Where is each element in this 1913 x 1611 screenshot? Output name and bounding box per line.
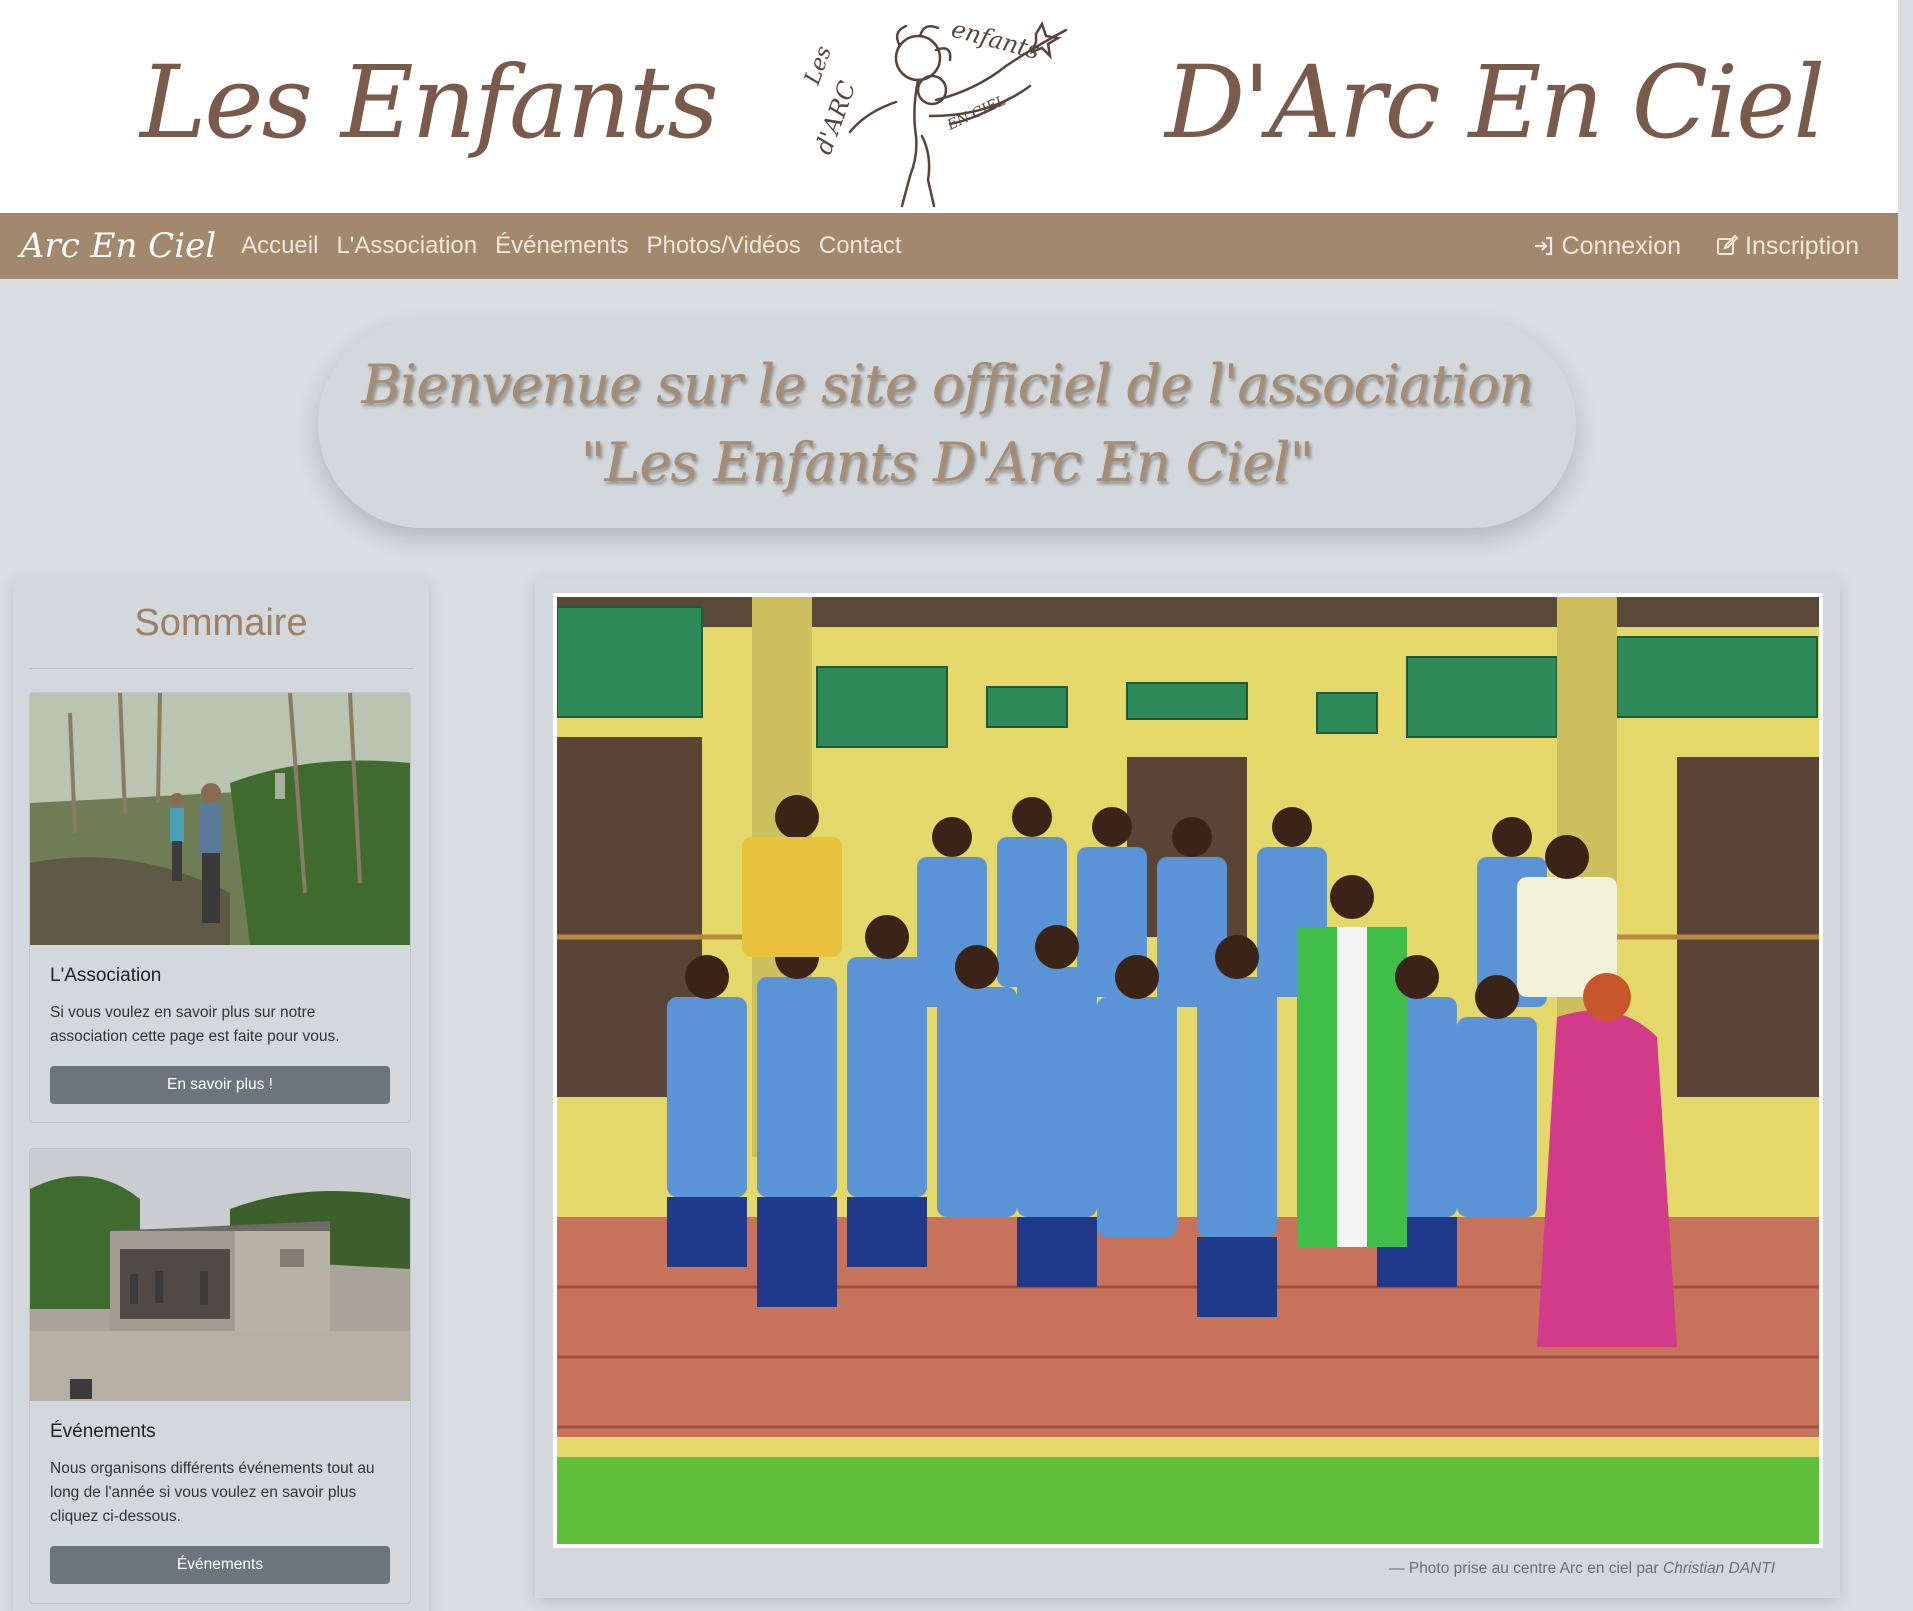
login-label: Connexion	[1561, 231, 1682, 260]
sign-in-icon	[1534, 236, 1552, 256]
sidebar-title: Sommaire	[134, 602, 308, 644]
welcome-line-2: "Les Enfants D'Arc En Ciel"	[580, 431, 1315, 494]
sidebar-summary: Sommaire L'Association Si vous voulez en…	[13, 578, 429, 1611]
group-photo	[553, 593, 1823, 1548]
card-evenements: Événements Nous organisons différents év…	[29, 1148, 411, 1604]
card-evenements-image	[30, 1149, 410, 1401]
edit-icon	[1717, 234, 1739, 255]
svg-text:enfants: enfants	[948, 15, 1042, 65]
nav-link-evenements[interactable]: Événements	[495, 232, 628, 260]
card-evenements-text: Nous organisons différents événements to…	[50, 1460, 375, 1525]
main-navbar: Arc En Ciel Accueil L'Association Événem…	[0, 213, 1898, 279]
svg-text:d'ARC: d'ARC	[809, 77, 861, 158]
photo-caption-author: Christian DANTI	[1663, 1560, 1775, 1577]
association-logo[interactable]: Les d'ARC enfants EN CIEL	[800, 6, 1090, 210]
svg-text:Les: Les	[800, 43, 837, 89]
navbar-brand[interactable]: Arc En Ciel	[20, 226, 216, 266]
welcome-line-1: Bienvenue sur le site officiel de l'asso…	[361, 353, 1533, 416]
navbar-account-links: Connexion Inscription	[1523, 213, 1868, 279]
nav-link-photos-videos[interactable]: Photos/Vidéos	[647, 232, 801, 260]
events-button[interactable]: Événements	[50, 1546, 390, 1584]
photo-caption-text: — Photo prise au centre Arc en ciel par	[1389, 1560, 1659, 1577]
svg-text:EN CIEL: EN CIEL	[944, 93, 1008, 134]
nav-link-accueil[interactable]: Accueil	[241, 232, 318, 260]
card-association: L'Association Si vous voulez en savoir p…	[29, 692, 411, 1123]
learn-more-button[interactable]: En savoir plus !	[50, 1066, 390, 1104]
nav-link-contact[interactable]: Contact	[819, 232, 902, 260]
photo-caption: — Photo prise au centre Arc en ciel par …	[1389, 1560, 1775, 1578]
sidebar-divider	[29, 668, 413, 669]
signup-link[interactable]: Inscription	[1715, 232, 1859, 261]
site-header: Les Enfants Les d'ARC enfants EN CIEL D'…	[0, 0, 1898, 213]
card-association-image	[30, 693, 410, 945]
main-photo-card: — Photo prise au centre Arc en ciel par …	[535, 578, 1840, 1598]
header-title-right: D'Arc En Ciel	[1165, 44, 1825, 161]
nav-link-association[interactable]: L'Association	[336, 232, 477, 260]
card-association-title: L'Association	[50, 965, 162, 986]
login-link[interactable]: Connexion	[1532, 231, 1682, 261]
card-evenements-title: Événements	[50, 1421, 156, 1442]
card-association-text: Si vous voulez en savoir plus sur notre …	[50, 1004, 340, 1045]
header-title-left: Les Enfants	[140, 44, 719, 161]
welcome-banner: Bienvenue sur le site officiel de l'asso…	[318, 320, 1576, 528]
signup-label: Inscription	[1745, 231, 1859, 260]
